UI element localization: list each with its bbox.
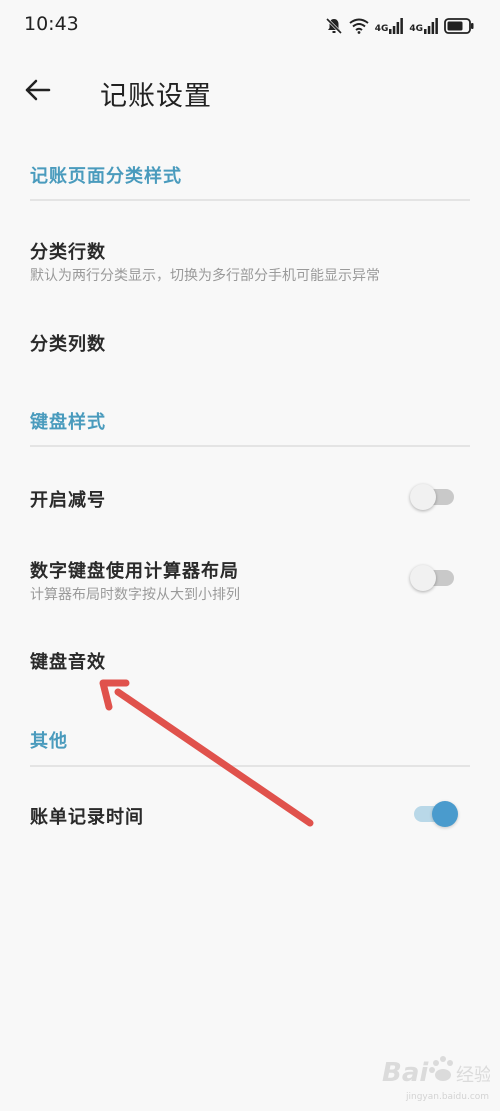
status-time: 10:43 bbox=[24, 13, 79, 35]
svg-text:Bai: Bai bbox=[382, 1058, 429, 1088]
battery-icon bbox=[444, 18, 474, 34]
section-header-keyboard: 键盘样式 bbox=[30, 412, 106, 433]
wifi-icon bbox=[349, 18, 369, 34]
network-type-label: 4G bbox=[374, 24, 389, 34]
divider bbox=[30, 445, 470, 447]
toggle-calculator-layout[interactable] bbox=[408, 563, 456, 593]
section-header-other: 其他 bbox=[30, 731, 68, 752]
back-button[interactable] bbox=[20, 74, 56, 110]
setting-item-category-rows[interactable]: 分类行数 默认为两行分类显示，切换为多行部分手机可能显示异常 bbox=[0, 226, 500, 296]
setting-item-calculator-layout[interactable]: 数字键盘使用计算器布局 计算器布局时数字按从大到小排列 bbox=[0, 545, 500, 615]
item-subtitle: 计算器布局时数字按从大到小排列 bbox=[30, 587, 240, 603]
section-header-category: 记账页面分类样式 bbox=[30, 166, 182, 187]
status-icons: 4G 4G bbox=[325, 14, 474, 38]
item-subtitle: 默认为两行分类显示，切换为多行部分手机可能显示异常 bbox=[30, 268, 380, 284]
status-bar: 10:43 4G 4G bbox=[0, 0, 500, 52]
setting-item-category-columns[interactable]: 分类列数 bbox=[0, 316, 500, 372]
signal-icon-2: 4G bbox=[409, 18, 438, 34]
toggle-thumb bbox=[410, 565, 436, 591]
svg-text:经验: 经验 bbox=[456, 1065, 490, 1086]
setting-item-bill-record-time[interactable]: 账单记录时间 bbox=[0, 788, 500, 844]
item-title: 分类行数 bbox=[30, 242, 106, 263]
watermark: Bai 经验 jingyan.baidu.com bbox=[380, 1047, 492, 1107]
bell-mute-icon bbox=[325, 17, 343, 35]
setting-item-enable-minus[interactable]: 开启减号 bbox=[0, 470, 500, 526]
item-title: 键盘音效 bbox=[30, 652, 106, 673]
arrow-left-icon bbox=[25, 79, 51, 105]
signal-icon: 4G bbox=[375, 18, 404, 34]
app-bar: 记账设置 bbox=[0, 60, 500, 124]
item-title: 账单记录时间 bbox=[30, 807, 144, 828]
item-title: 开启减号 bbox=[30, 490, 106, 511]
toggle-bill-record-time[interactable] bbox=[408, 799, 458, 829]
page-title: 记账设置 bbox=[100, 81, 212, 112]
item-title: 数字键盘使用计算器布局 bbox=[30, 561, 239, 582]
item-title: 分类列数 bbox=[30, 334, 106, 355]
toggle-thumb bbox=[410, 484, 436, 510]
toggle-enable-minus[interactable] bbox=[408, 482, 456, 512]
toggle-thumb bbox=[432, 801, 458, 827]
svg-text:jingyan.baidu.com: jingyan.baidu.com bbox=[405, 1092, 489, 1102]
network-type-label-2: 4G bbox=[409, 24, 423, 34]
divider bbox=[30, 765, 470, 767]
divider bbox=[30, 199, 470, 201]
setting-item-keyboard-sound[interactable]: 键盘音效 bbox=[0, 634, 500, 690]
